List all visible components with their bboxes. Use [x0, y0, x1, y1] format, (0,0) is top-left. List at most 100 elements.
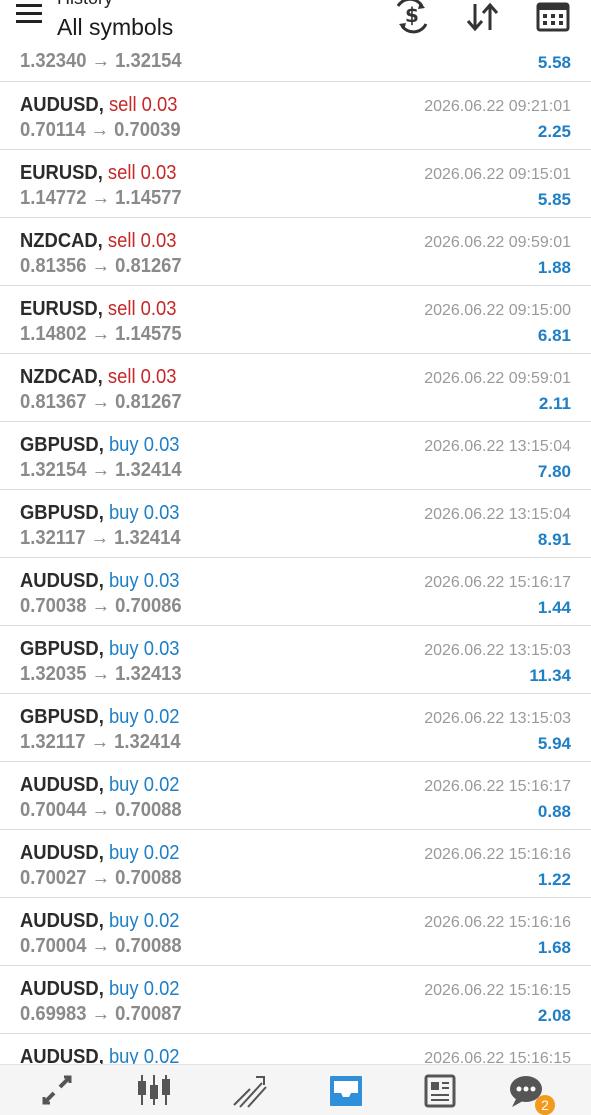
symbol-name: NZDCAD,: [20, 366, 103, 388]
history-row[interactable]: GBPUSD, buy 0.03 1.32117 → 1.32414 2026.06…: [0, 490, 591, 558]
price-change: 0.69983 → 0.70087: [20, 1003, 182, 1025]
trade-date: 2026.06.22 15:16:17: [424, 574, 571, 591]
symbol-label: GBPUSD, buy 0.03: [20, 434, 180, 457]
svg-text:$: $: [405, 3, 419, 27]
trade-date: 2026.06.22 13:15:04: [424, 506, 571, 523]
price-change: 1.14802 → 1.14575: [20, 323, 182, 345]
history-row[interactable]: GBPUSD, buy 0.02 1.32117 → 1.32414 2026.06…: [0, 694, 591, 762]
history-row[interactable]: EURUSD, sell 0.03 1.14802 → 1.14575 2026.0…: [0, 286, 591, 354]
trade-side: buy 0.02: [108, 774, 180, 796]
symbol-label: AUDUSD, buy 0.02: [20, 910, 180, 933]
history-row[interactable]: AUDUSD, buy 0.03 0.70038 → 0.70086 2026.06…: [0, 558, 591, 626]
profit-value: 2.08: [537, 1006, 571, 1025]
trade-side: sell 0.03: [107, 366, 177, 388]
header-subtitle: History: [57, 0, 113, 9]
symbol-name: EURUSD,: [20, 298, 103, 320]
symbol-name: NZDCAD,: [20, 230, 103, 252]
trade-side: buy 0.03: [108, 502, 180, 524]
chart-trend-icon[interactable]: [218, 1067, 278, 1113]
profit-value: 1.44: [537, 598, 571, 617]
app-header: History All symbols $: [0, 0, 591, 46]
currency-exchange-icon[interactable]: $: [392, 0, 432, 36]
trade-side: buy 0.02: [108, 978, 180, 1000]
profit-value: 5.58: [537, 53, 571, 72]
history-row[interactable]: AUDUSD, buy 0.02 0.70044 → 0.70088 2026.06…: [0, 762, 591, 830]
history-row[interactable]: NZDCAD, sell 0.03 0.81367 → 0.81267 2026.0…: [0, 354, 591, 422]
symbol-name: AUDUSD,: [20, 570, 104, 592]
history-row[interactable]: 1.32340 → 1.32154 5.58: [0, 46, 591, 82]
chat-badge: 2: [535, 1095, 555, 1115]
symbol-label: GBPUSD, buy 0.03: [20, 502, 180, 525]
trade-side: sell 0.03: [107, 230, 177, 252]
trade-date: 2026.06.22 13:15:04: [424, 438, 571, 455]
quotes-candles-icon[interactable]: [122, 1067, 182, 1113]
history-list: 1.32340 → 1.32154 5.58 AUDUSD, sell 0.03…: [0, 46, 591, 1102]
symbol-name: AUDUSD,: [20, 842, 104, 864]
trade-side: buy 0.03: [108, 570, 180, 592]
profit-value: 1.68: [537, 938, 571, 957]
trade-date: 2026.06.22 09:59:01: [424, 370, 571, 387]
history-row[interactable]: AUDUSD, sell 0.03 0.70114 → 0.70039 2026.0…: [0, 82, 591, 150]
page-title[interactable]: All symbols: [57, 14, 173, 41]
symbol-label: AUDUSD, buy 0.03: [20, 570, 180, 593]
history-row[interactable]: AUDUSD, buy 0.02 0.70004 → 0.70088 2026.06…: [0, 898, 591, 966]
price-change: 1.32035 → 1.32413: [20, 663, 182, 685]
symbol-label: EURUSD, sell 0.03: [20, 298, 176, 321]
trade-date: 2026.06.22 15:16:16: [424, 914, 571, 931]
price-change: 0.70004 → 0.70088: [20, 935, 182, 957]
trade-date: 2026.06.22 09:21:01: [424, 98, 571, 115]
trade-date: 2026.06.22 09:15:00: [424, 302, 571, 319]
symbol-label: NZDCAD, sell 0.03: [20, 366, 176, 389]
symbol-label: AUDUSD, buy 0.02: [20, 842, 180, 865]
profit-value: 1.22: [537, 870, 571, 889]
history-row[interactable]: EURUSD, sell 0.03 1.14772 → 1.14577 2026.0…: [0, 150, 591, 218]
history-row[interactable]: AUDUSD, buy 0.02 0.69983 → 0.70087 2026.06…: [0, 966, 591, 1034]
profit-value: 8.91: [537, 530, 571, 549]
symbol-name: AUDUSD,: [20, 978, 104, 1000]
symbol-name: GBPUSD,: [20, 638, 104, 660]
hamburger-menu-icon[interactable]: [16, 4, 42, 24]
history-inbox-icon[interactable]: [314, 1067, 374, 1113]
trade-side: buy 0.03: [108, 434, 180, 456]
price-change: 0.70044 → 0.70088: [20, 799, 182, 821]
symbol-name: EURUSD,: [20, 162, 103, 184]
trade-date: 2026.06.22 09:59:01: [424, 234, 571, 251]
symbol-label: EURUSD, sell 0.03: [20, 162, 176, 185]
history-row[interactable]: GBPUSD, buy 0.03 1.32154 → 1.32414 2026.06…: [0, 422, 591, 490]
trade-side: buy 0.02: [108, 910, 180, 932]
history-row[interactable]: AUDUSD, buy 0.02 0.70027 → 0.70088 2026.06…: [0, 830, 591, 898]
profit-value: 2.25: [537, 122, 571, 141]
price-change: 0.70027 → 0.70088: [20, 867, 182, 889]
trade-date: 2026.06.22 13:15:03: [424, 710, 571, 727]
symbol-name: GBPUSD,: [20, 434, 104, 456]
trade-side: sell 0.03: [107, 298, 177, 320]
trade-date: 2026.06.22 15:16:16: [424, 846, 571, 863]
symbol-label: GBPUSD, buy 0.02: [20, 706, 180, 729]
symbol-label: AUDUSD, sell 0.03: [20, 94, 177, 117]
price-change: 1.14772 → 1.14577: [20, 187, 182, 209]
history-row[interactable]: GBPUSD, buy 0.03 1.32035 → 1.32413 2026.06…: [0, 626, 591, 694]
profit-value: 1.88: [537, 258, 571, 277]
symbol-name: AUDUSD,: [20, 910, 104, 932]
trade-date: 2026.06.22 13:15:03: [424, 642, 571, 659]
symbol-name: GBPUSD,: [20, 502, 104, 524]
symbol-name: AUDUSD,: [20, 774, 104, 796]
trade-side: buy 0.02: [108, 706, 180, 728]
profit-value: 6.81: [537, 326, 571, 345]
trade-side: sell 0.03: [108, 94, 178, 116]
trade-icon[interactable]: [28, 1067, 88, 1113]
price-change: 0.81356 → 0.81267: [20, 255, 182, 277]
symbol-label: AUDUSD, buy 0.02: [20, 978, 180, 1001]
profit-value: 5.94: [537, 734, 571, 753]
bottom-navigation: [0, 1064, 591, 1115]
history-row[interactable]: NZDCAD, sell 0.03 0.81356 → 0.81267 2026.0…: [0, 218, 591, 286]
news-icon[interactable]: [408, 1067, 468, 1113]
trade-side: buy 0.03: [108, 638, 180, 660]
symbol-label: GBPUSD, buy 0.03: [20, 638, 180, 661]
calendar-icon[interactable]: [534, 0, 574, 36]
profit-value: 7.80: [537, 462, 571, 481]
sort-icon[interactable]: [463, 0, 503, 36]
symbol-name: GBPUSD,: [20, 706, 104, 728]
price-change: 1.32117 → 1.32414: [20, 731, 181, 753]
price-change: 0.70114 → 0.70039: [20, 119, 181, 141]
